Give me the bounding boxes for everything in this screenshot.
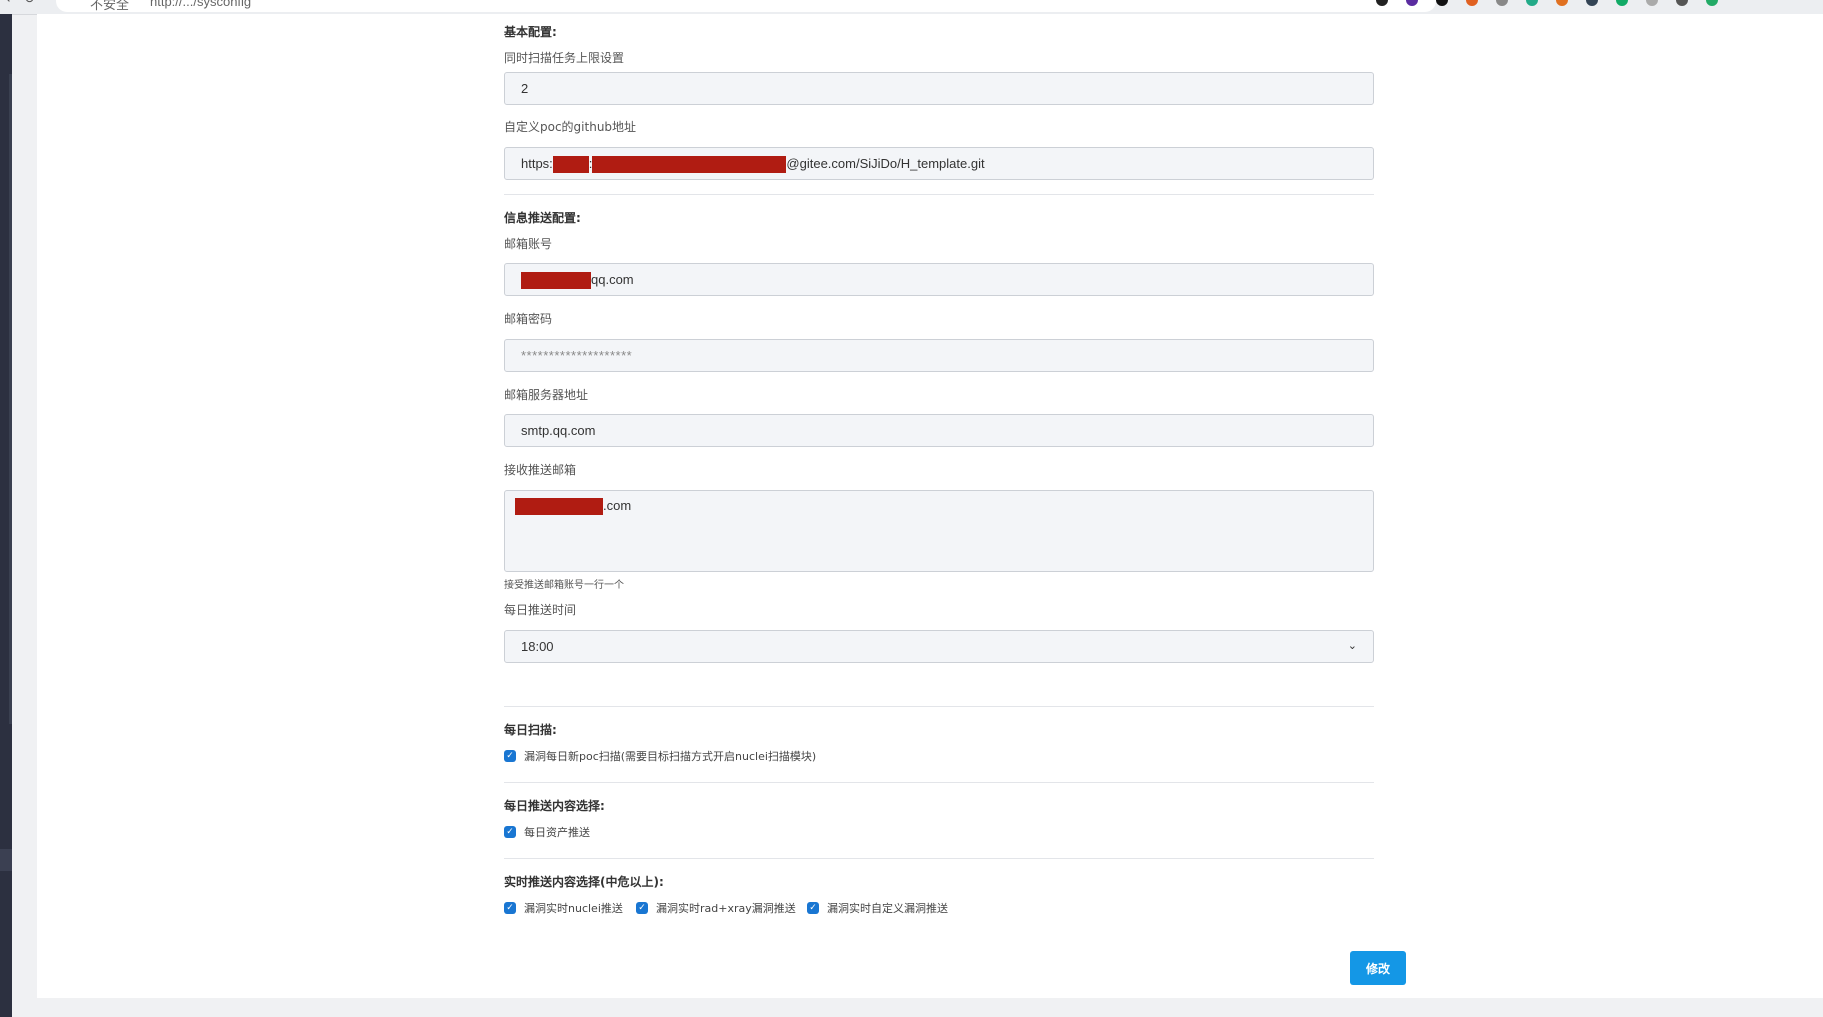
email-account-suffix: qq.com bbox=[591, 272, 634, 287]
task-limit-label: 同时扫描任务上限设置 bbox=[504, 51, 625, 65]
check-icon[interactable]: ✓ bbox=[636, 902, 648, 914]
email-password-input[interactable]: ******************** bbox=[504, 339, 1374, 372]
email-account-input[interactable]: qq.com bbox=[504, 263, 1374, 296]
check-icon[interactable]: ✓ bbox=[504, 750, 516, 762]
checkbox-label: 漏洞实时自定义漏洞推送 bbox=[827, 902, 948, 915]
redaction-block bbox=[592, 156, 787, 174]
extension-icon[interactable] bbox=[1406, 0, 1418, 6]
realtime-custom-checkbox[interactable]: ✓ 漏洞实时自定义漏洞推送 bbox=[807, 900, 948, 916]
extension-icon[interactable] bbox=[1616, 0, 1628, 6]
extension-icons bbox=[1376, 0, 1718, 6]
redaction-block bbox=[552, 156, 589, 174]
push-time-label: 每日推送时间 bbox=[504, 603, 577, 617]
extension-icon[interactable] bbox=[1466, 0, 1478, 6]
chevron-down-icon: ⌄ bbox=[1347, 640, 1357, 652]
settings-card: 基本配置: 同时扫描任务上限设置 2 自定义poc的github地址 https… bbox=[37, 14, 1823, 998]
security-label: 不安全 bbox=[90, 0, 130, 12]
task-limit-value: 2 bbox=[521, 81, 529, 96]
redaction-block bbox=[515, 498, 603, 516]
back-icon[interactable]: ← bbox=[6, 0, 17, 7]
smtp-input[interactable]: smtp.qq.com bbox=[504, 414, 1374, 447]
browser-toolbar: ← ↻ 不安全 http://.../sysconfig bbox=[0, 0, 1823, 15]
checkbox-label: 每日资产推送 bbox=[524, 826, 590, 839]
redaction-block bbox=[521, 272, 591, 290]
daily-asset-push-checkbox[interactable]: ✓ 每日资产推送 bbox=[504, 824, 590, 840]
divider bbox=[504, 194, 1374, 195]
push-time-value: 18:00 bbox=[521, 639, 554, 654]
email-password-value: ******************** bbox=[521, 348, 633, 363]
extension-icon[interactable] bbox=[1436, 0, 1448, 6]
check-icon[interactable]: ✓ bbox=[504, 826, 516, 838]
sidebar-edge bbox=[9, 74, 12, 724]
poc-github-input[interactable]: https:: @gitee.com/SiJiDo/H_template.git bbox=[504, 147, 1374, 180]
extension-icon[interactable] bbox=[1376, 0, 1388, 6]
avatar[interactable] bbox=[1706, 0, 1718, 6]
receivers-hint: 接受推送邮箱账号一行一个 bbox=[504, 580, 624, 591]
reload-icon[interactable]: ↻ bbox=[24, 0, 35, 7]
realtime-push-title: 实时推送内容选择(中危以上): bbox=[504, 875, 664, 889]
divider bbox=[504, 782, 1374, 783]
address-bar[interactable] bbox=[56, 0, 1436, 12]
email-password-label: 邮箱密码 bbox=[504, 312, 553, 326]
basic-config-title: 基本配置: bbox=[504, 25, 557, 39]
receivers-textarea[interactable]: .com bbox=[504, 490, 1374, 572]
email-account-label: 邮箱账号 bbox=[504, 237, 553, 251]
extension-icon[interactable] bbox=[1676, 0, 1688, 6]
notify-config-title: 信息推送配置: bbox=[504, 211, 581, 225]
divider bbox=[504, 858, 1374, 859]
check-icon[interactable]: ✓ bbox=[807, 902, 819, 914]
receivers-label: 接收推送邮箱 bbox=[504, 463, 577, 477]
checkbox-label: 漏洞每日新poc扫描(需要目标扫描方式开启nuclei扫描模块) bbox=[524, 750, 817, 763]
settings-form: 基本配置: 同时扫描任务上限设置 2 自定义poc的github地址 https… bbox=[504, 14, 1376, 998]
submit-button[interactable]: 修改 bbox=[1350, 951, 1406, 985]
poc-github-label: 自定义poc的github地址 bbox=[504, 120, 637, 134]
smtp-value: smtp.qq.com bbox=[521, 423, 596, 438]
smtp-label: 邮箱服务器地址 bbox=[504, 388, 589, 402]
poc-github-suffix: @gitee.com/SiJiDo/H_template.git bbox=[786, 156, 985, 171]
extension-icon[interactable] bbox=[1586, 0, 1598, 6]
daily-scan-title: 每日扫描: bbox=[504, 723, 557, 737]
daily-push-title: 每日推送内容选择: bbox=[504, 799, 605, 813]
daily-poc-scan-checkbox[interactable]: ✓ 漏洞每日新poc扫描(需要目标扫描方式开启nuclei扫描模块) bbox=[504, 748, 816, 764]
check-icon[interactable]: ✓ bbox=[504, 902, 516, 914]
realtime-xray-checkbox[interactable]: ✓ 漏洞实时rad+xray漏洞推送 bbox=[636, 900, 796, 916]
realtime-nuclei-checkbox[interactable]: ✓ 漏洞实时nuclei推送 bbox=[504, 900, 623, 916]
checkbox-label: 漏洞实时nuclei推送 bbox=[524, 902, 623, 915]
extension-icon[interactable] bbox=[1526, 0, 1538, 6]
extension-icon[interactable] bbox=[1556, 0, 1568, 6]
task-limit-input[interactable]: 2 bbox=[504, 72, 1374, 105]
checkbox-label: 漏洞实时rad+xray漏洞推送 bbox=[656, 902, 796, 915]
push-time-select[interactable]: 18:00 ⌄ bbox=[504, 630, 1374, 663]
receivers-suffix: .com bbox=[603, 498, 632, 513]
extension-icon[interactable] bbox=[1646, 0, 1658, 6]
sidebar bbox=[0, 14, 12, 1017]
divider bbox=[504, 706, 1374, 707]
extension-icon[interactable] bbox=[1496, 0, 1508, 6]
sidebar-active-item[interactable] bbox=[0, 849, 12, 871]
poc-github-prefix: https: bbox=[521, 156, 553, 171]
url-text[interactable]: http://.../sysconfig bbox=[150, 0, 251, 9]
page-footer-area bbox=[37, 998, 1823, 1017]
